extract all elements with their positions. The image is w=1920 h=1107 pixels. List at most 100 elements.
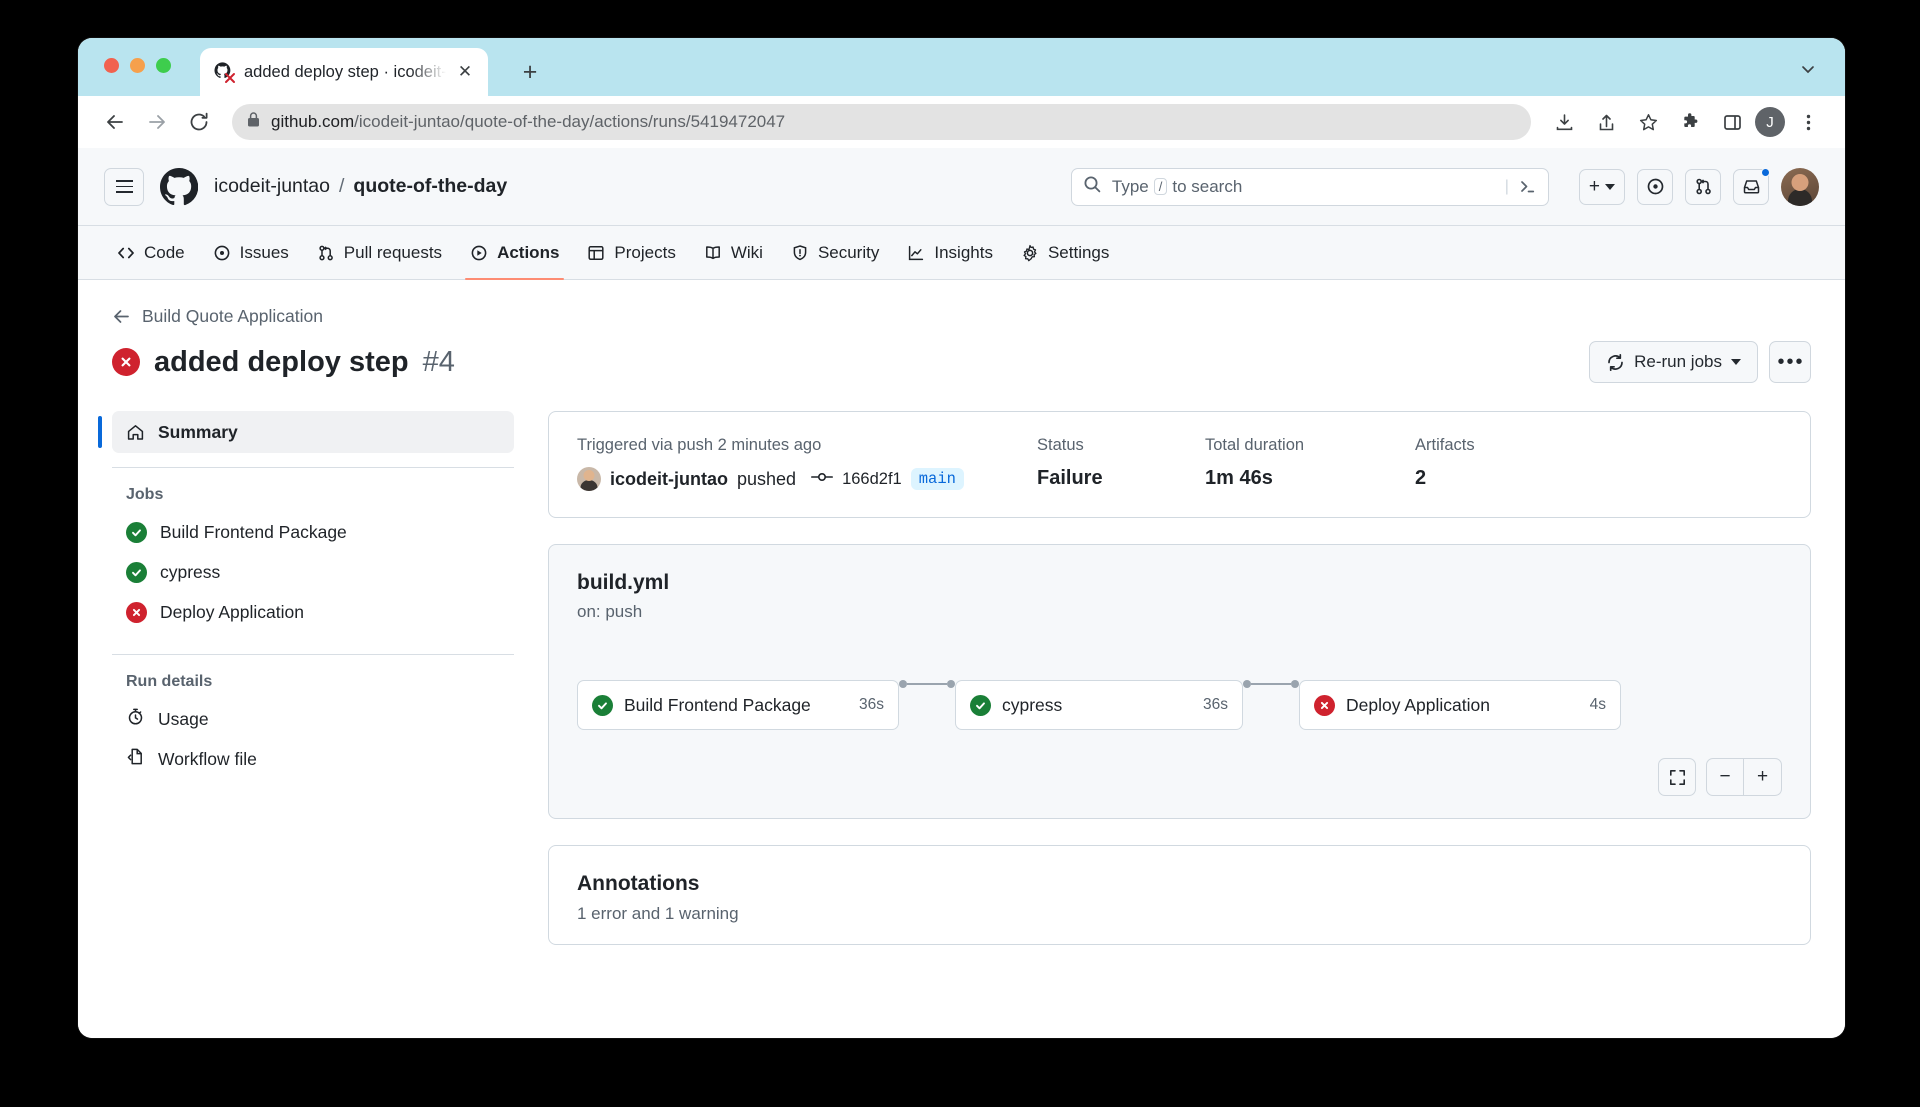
- share-icon[interactable]: [1587, 103, 1625, 141]
- browser-menu-icon[interactable]: [1789, 103, 1827, 141]
- tab-issues[interactable]: Issues: [200, 226, 302, 279]
- zoom-in-button[interactable]: +: [1744, 758, 1782, 796]
- graph-node-duration: 36s: [1183, 696, 1228, 714]
- tab-projects[interactable]: Projects: [574, 226, 688, 279]
- search-input[interactable]: Type / to search |: [1071, 168, 1549, 206]
- reload-button[interactable]: [180, 103, 218, 141]
- sidebar-job-cypress[interactable]: cypress: [112, 552, 514, 592]
- browser-tab[interactable]: added deploy step · icodeit-jun ✕: [200, 48, 488, 96]
- tab-label: Wiki: [731, 243, 763, 263]
- address-bar[interactable]: github.com/icodeit-juntao/quote-of-the-d…: [232, 104, 1531, 140]
- run-actions: Re-run jobs •••: [1589, 341, 1811, 383]
- download-icon[interactable]: [1545, 103, 1583, 141]
- maximize-window-button[interactable]: [156, 58, 171, 73]
- user-avatar[interactable]: [1781, 168, 1819, 206]
- extensions-puzzle-icon[interactable]: [1671, 103, 1709, 141]
- minimize-window-button[interactable]: [130, 58, 145, 73]
- tab-search-chevron-down-icon[interactable]: [1797, 58, 1819, 80]
- back-button[interactable]: [96, 103, 134, 141]
- graph-node-deploy-application[interactable]: Deploy Application 4s: [1299, 680, 1621, 730]
- close-tab-icon[interactable]: ✕: [455, 62, 475, 82]
- sidebar-job-build-frontend-package[interactable]: Build Frontend Package: [112, 512, 514, 552]
- run-body-columns: Summary Jobs Build Frontend Package: [112, 411, 1811, 945]
- status-value: Failure: [1037, 467, 1205, 490]
- breadcrumb-owner[interactable]: icodeit-juntao: [214, 175, 330, 198]
- actor-name[interactable]: icodeit-juntao: [610, 469, 728, 490]
- pull-requests-dashboard-icon[interactable]: [1685, 169, 1721, 205]
- navigation-menu-button[interactable]: [104, 168, 144, 206]
- run-header-row: added deploy step #4 Re-run jobs: [112, 341, 1811, 383]
- side-panel-icon[interactable]: [1713, 103, 1751, 141]
- tab-insights[interactable]: Insights: [894, 226, 1006, 279]
- tab-actions[interactable]: Actions: [457, 226, 572, 279]
- create-new-button[interactable]: +: [1579, 169, 1625, 205]
- sidebar-job-deploy-application[interactable]: Deploy Application: [112, 592, 514, 632]
- sidebar-job-label: cypress: [160, 562, 220, 583]
- stopwatch-icon: [126, 707, 145, 731]
- github-global-header: icodeit-juntao / quote-of-the-day Type /…: [78, 148, 1845, 226]
- lock-icon: [246, 111, 261, 133]
- graph-node-label: cypress: [1002, 695, 1062, 716]
- breadcrumb-separator: /: [339, 175, 344, 198]
- artifacts-value[interactable]: 2: [1415, 467, 1475, 490]
- new-tab-button[interactable]: +: [515, 57, 545, 87]
- workflow-graph-card: build.yml on: push Build Frontend Packag…: [548, 544, 1811, 819]
- rerun-jobs-button[interactable]: Re-run jobs: [1589, 341, 1758, 383]
- tab-settings[interactable]: Settings: [1008, 226, 1122, 279]
- commit-sha[interactable]: 166d2f1: [842, 470, 902, 489]
- graph-connector-1: [899, 680, 955, 688]
- desktop-background: added deploy step · icodeit-jun ✕ +: [0, 0, 1920, 1107]
- tab-label: Issues: [240, 243, 289, 263]
- back-to-workflow-link[interactable]: Build Quote Application: [112, 306, 1811, 327]
- run-page-content: Build Quote Application added deploy ste…: [78, 280, 1845, 945]
- tab-pull-requests[interactable]: Pull requests: [304, 226, 455, 279]
- tab-code[interactable]: Code: [104, 226, 198, 279]
- notification-indicator-dot: [1761, 168, 1770, 177]
- fit-to-screen-button[interactable]: [1658, 758, 1696, 796]
- more-options-kebab-button[interactable]: •••: [1769, 341, 1811, 383]
- graph-node-label: Deploy Application: [1346, 695, 1490, 716]
- notifications-inbox-icon[interactable]: [1733, 169, 1769, 205]
- graph-node-build-frontend-package[interactable]: Build Frontend Package 36s: [577, 680, 899, 730]
- browser-window: added deploy step · icodeit-jun ✕ +: [78, 38, 1845, 1038]
- tab-label: Pull requests: [344, 243, 442, 263]
- window-traffic-lights: [104, 58, 171, 73]
- annotations-title: Annotations: [577, 872, 1782, 896]
- duration-column: Total duration 1m 46s: [1205, 436, 1415, 491]
- sidebar-item-label: Summary: [158, 422, 238, 443]
- tab-label: Security: [818, 243, 879, 263]
- sidebar-item-usage[interactable]: Usage: [112, 699, 514, 739]
- tab-label: Code: [144, 243, 185, 263]
- triggered-detail: icodeit-juntao pushed 166d2f1 main: [577, 467, 1037, 491]
- status-label: Status: [1037, 436, 1205, 455]
- sidebar-item-label: Usage: [158, 709, 209, 730]
- file-code-icon: [126, 747, 145, 771]
- branch-badge[interactable]: main: [911, 468, 964, 490]
- workflow-file-name: build.yml: [577, 571, 1782, 595]
- zoom-out-button[interactable]: −: [1706, 758, 1744, 796]
- github-page: icodeit-juntao / quote-of-the-day Type /…: [78, 148, 1845, 1038]
- url-path: /icodeit-juntao/quote-of-the-day/actions…: [354, 112, 785, 131]
- url-host: github.com: [271, 112, 354, 131]
- sidebar-item-summary[interactable]: Summary: [112, 411, 514, 453]
- graph-node-cypress[interactable]: cypress 36s: [955, 680, 1243, 730]
- sidebar-item-workflow-file[interactable]: Workflow file: [112, 739, 514, 779]
- breadcrumb-repo[interactable]: quote-of-the-day: [353, 175, 507, 198]
- bookmark-star-icon[interactable]: [1629, 103, 1667, 141]
- sidebar-item-label: Workflow file: [158, 749, 257, 770]
- search-ph-suffix: to search: [1172, 177, 1242, 197]
- run-main-column: Triggered via push 2 minutes ago icodeit…: [548, 411, 1811, 945]
- connector-line: [1251, 683, 1291, 685]
- tab-wiki[interactable]: Wiki: [691, 226, 776, 279]
- command-palette-icon[interactable]: |: [1505, 177, 1537, 196]
- actor-avatar[interactable]: [577, 467, 601, 491]
- header-actions: +: [1579, 168, 1819, 206]
- tab-security[interactable]: Security: [778, 226, 892, 279]
- github-logo-icon[interactable]: [160, 168, 198, 206]
- profile-avatar[interactable]: J: [1755, 107, 1785, 137]
- graph-connector-2: [1243, 680, 1299, 688]
- close-window-button[interactable]: [104, 58, 119, 73]
- forward-button[interactable]: [138, 103, 176, 141]
- issues-dashboard-icon[interactable]: [1637, 169, 1673, 205]
- tab-label: Settings: [1048, 243, 1109, 263]
